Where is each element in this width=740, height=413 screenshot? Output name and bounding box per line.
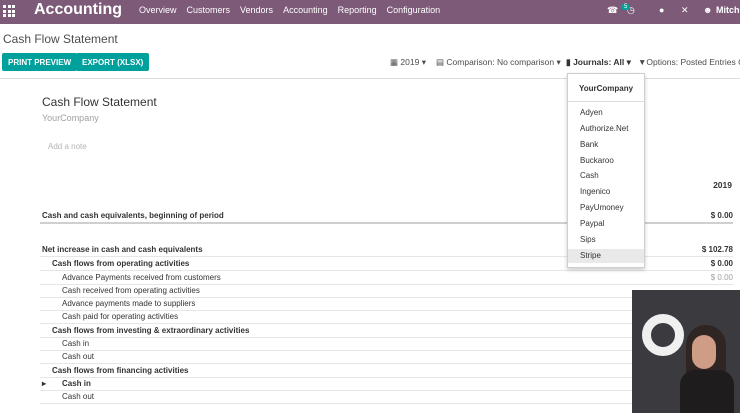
app-name[interactable]: Accounting bbox=[34, 1, 122, 19]
report-company: YourCompany bbox=[42, 113, 99, 123]
dropdown-company-header: YourCompany bbox=[578, 84, 634, 93]
dropdown-divider bbox=[568, 101, 644, 102]
report-line[interactable]: Advance Payments received from customers… bbox=[40, 271, 733, 285]
report-line[interactable]: Cash flows from investing & extraordinar… bbox=[40, 324, 733, 338]
menu-configuration[interactable]: Configuration bbox=[387, 5, 441, 15]
activity-count-badge: 5 bbox=[621, 4, 631, 10]
menu-vendors[interactable]: Vendors bbox=[240, 5, 273, 15]
main-menu: Overview Customers Vendors Accounting Re… bbox=[139, 5, 440, 15]
journal-option[interactable]: Buckaroo bbox=[568, 154, 644, 168]
options-filter[interactable]: ▼Options: Posted Entries O bbox=[638, 57, 740, 67]
menu-overview[interactable]: Overview bbox=[139, 5, 177, 15]
menu-accounting[interactable]: Accounting bbox=[283, 5, 328, 15]
report-line[interactable]: ▸ Cash in bbox=[40, 377, 733, 391]
comparison-filter[interactable]: ▤ Comparison: No comparison ▾ bbox=[436, 57, 561, 68]
breadcrumb: Cash Flow Statement bbox=[3, 32, 118, 46]
journals-filter[interactable]: ▮ Journals: All ▾ bbox=[566, 57, 631, 68]
journal-option[interactable]: Sips bbox=[568, 233, 644, 247]
date-filter[interactable]: ▦ 2019 ▾ bbox=[390, 57, 426, 68]
presenter-body bbox=[680, 370, 734, 413]
caret-down-icon: ▾ bbox=[421, 57, 426, 67]
chat-icon[interactable]: ● bbox=[659, 5, 664, 15]
journals-dropdown: YourCompany Adyen Authorize.Net Bank Buc… bbox=[567, 73, 645, 268]
user-name[interactable]: Mitche bbox=[716, 5, 740, 15]
book-icon: ▮ bbox=[566, 57, 571, 67]
user-avatar[interactable]: ☻ bbox=[703, 5, 712, 15]
journal-option[interactable]: Ingenico bbox=[568, 185, 644, 199]
journal-option[interactable]: Paypal bbox=[568, 217, 644, 231]
journal-option[interactable]: Stripe bbox=[568, 249, 644, 263]
journal-option[interactable]: Bank bbox=[568, 138, 644, 152]
export-xlsx-button[interactable]: EXPORT (XLSX) bbox=[76, 53, 150, 71]
caret-down-icon: ▾ bbox=[626, 57, 631, 67]
calendar-icon: ▦ bbox=[390, 57, 399, 67]
caret-right-icon: ▸ bbox=[42, 379, 47, 388]
report-line[interactable]: Cash out bbox=[40, 350, 733, 364]
bar-chart-icon: ▤ bbox=[436, 57, 445, 67]
journal-option[interactable]: Authorize.Net bbox=[568, 122, 644, 136]
caret-down-icon: ▾ bbox=[556, 57, 561, 67]
report-line[interactable]: Cash flows from financing activities bbox=[40, 364, 733, 378]
logo-letter-shape bbox=[642, 314, 684, 356]
report-line[interactable]: Cash paid for operating activities bbox=[40, 310, 733, 324]
apps-menu-icon[interactable] bbox=[3, 5, 15, 17]
menu-reporting[interactable]: Reporting bbox=[338, 5, 377, 15]
journal-option[interactable]: PayUmoney bbox=[568, 201, 644, 215]
menu-customers[interactable]: Customers bbox=[187, 5, 231, 15]
column-header-2019: 2019 bbox=[713, 180, 732, 190]
journal-option[interactable]: Cash bbox=[568, 169, 644, 183]
report-line[interactable]: Advance payments made to suppliers bbox=[40, 297, 733, 311]
print-preview-button[interactable]: PRINT PREVIEW bbox=[2, 53, 78, 71]
report-line[interactable]: Cash received from operating activities bbox=[40, 284, 733, 298]
top-navbar: Accounting Overview Customers Vendors Ac… bbox=[0, 0, 740, 24]
add-note-field[interactable]: Add a note bbox=[48, 142, 87, 151]
report-line[interactable]: Cash out bbox=[40, 390, 733, 404]
report-title: Cash Flow Statement bbox=[42, 95, 157, 109]
presenter-face bbox=[692, 335, 716, 369]
report-line[interactable]: Cash in bbox=[40, 337, 733, 351]
close-icon[interactable]: ✕ bbox=[681, 5, 689, 16]
webcam-overlay bbox=[632, 290, 740, 413]
journal-option[interactable]: Adyen bbox=[568, 106, 644, 120]
phone-icon[interactable]: ☎ bbox=[607, 5, 618, 16]
